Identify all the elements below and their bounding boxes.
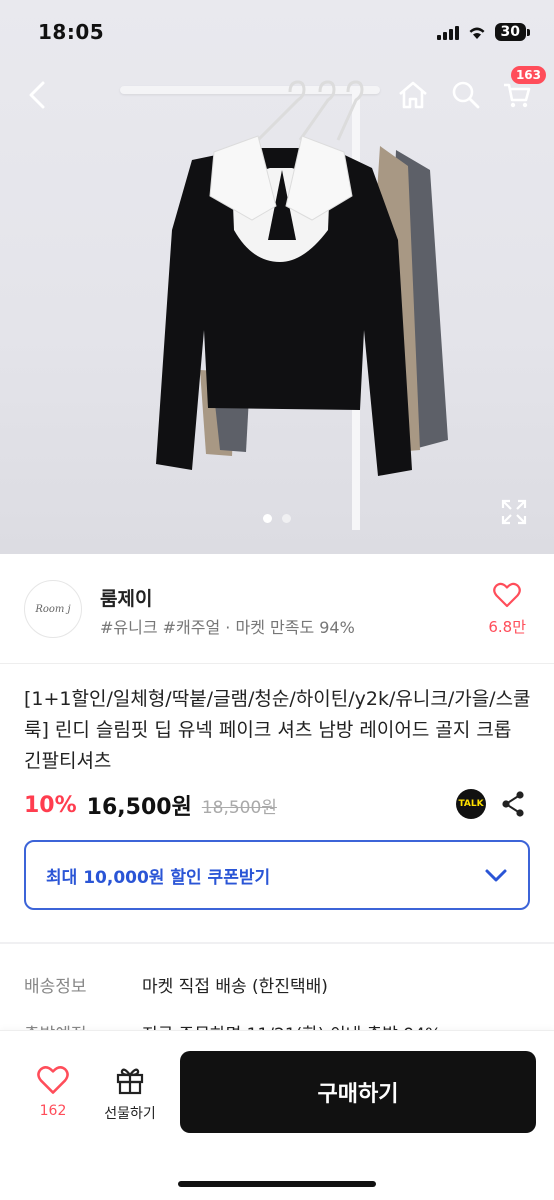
heart-icon (493, 582, 522, 608)
carousel-dot[interactable] (282, 514, 291, 523)
coupon-label: 최대 10,000원 할인 쿠폰받기 (46, 867, 271, 888)
original-price: 18,500원 (201, 797, 277, 818)
back-arrow-icon (29, 81, 45, 109)
buy-button[interactable]: 구매하기 (180, 1051, 536, 1133)
product-like-count: 162 (39, 1103, 67, 1119)
price-row: 10% 16,500원 18,500원 TALK (24, 787, 532, 823)
store-meta: #유니크 #캐주얼 · 마켓 만족도 94% (100, 618, 355, 637)
share-icon[interactable] (500, 790, 526, 818)
home-icon (399, 81, 427, 109)
carousel-dot-active[interactable] (263, 514, 272, 523)
shipping-value: 마켓 직접 배송 (한진택배) (142, 977, 328, 997)
back-button[interactable] (14, 72, 60, 118)
discount-rate: 10% (24, 792, 77, 818)
store-like-button[interactable]: 6.8만 (488, 582, 526, 637)
price-actions: TALK (456, 789, 526, 819)
status-icons: 30 (436, 23, 531, 41)
top-navigation: 163 (0, 66, 554, 126)
fullscreen-button[interactable] (500, 498, 528, 530)
battery-indicator: 30 (494, 23, 531, 41)
cart-count-badge: 163 (510, 66, 546, 84)
home-button[interactable] (390, 72, 436, 118)
kakao-talk-button[interactable]: TALK (456, 789, 486, 819)
cart-icon (504, 83, 531, 108)
carousel-pagination (0, 514, 554, 523)
product-title: [1+1할인/일체형/딱붙/글램/청순/하이틴/y2k/유니크/가을/스쿨룩] … (24, 688, 531, 772)
status-bar: 18:05 30 (0, 0, 554, 64)
home-indicator (178, 1181, 376, 1187)
wifi-icon (469, 27, 485, 39)
product-like-button[interactable]: 162 (30, 1065, 76, 1119)
coupon-button[interactable]: 최대 10,000원 할인 쿠폰받기 (24, 840, 530, 910)
chevron-down-icon (485, 869, 507, 882)
talk-icon-label: TALK (458, 799, 484, 809)
cellular-signal-icon (436, 24, 459, 40)
section-divider (0, 942, 554, 944)
gift-icon (116, 1068, 144, 1095)
expand-icon (501, 499, 527, 525)
search-icon (452, 81, 480, 109)
store-like-count: 6.8만 (488, 618, 526, 636)
cart-button[interactable]: 163 (494, 66, 546, 118)
store-name[interactable]: 룸제이 (100, 584, 152, 611)
store-info[interactable]: Room j 룸제이 #유니크 #캐주얼 · 마켓 만족도 94% 6.8만 (0, 560, 554, 664)
shipping-info-row: 배송정보 마켓 직접 배송 (한진택배) (24, 972, 534, 997)
store-logo-text: Room j (35, 603, 71, 615)
shipping-label: 배송정보 (24, 977, 87, 997)
search-button[interactable] (443, 72, 489, 118)
heart-icon (37, 1066, 69, 1094)
bottom-action-bar: 162 선물하기 구매하기 (0, 1030, 554, 1200)
gift-label: 선물하기 (104, 1106, 156, 1122)
store-logo[interactable]: Room j (24, 580, 82, 638)
sale-price: 16,500원 (86, 795, 192, 820)
gift-button[interactable]: 선물하기 (96, 1065, 164, 1123)
status-time: 18:05 (38, 20, 105, 44)
product-image-carousel[interactable]: 18:05 30 163 (0, 0, 554, 554)
